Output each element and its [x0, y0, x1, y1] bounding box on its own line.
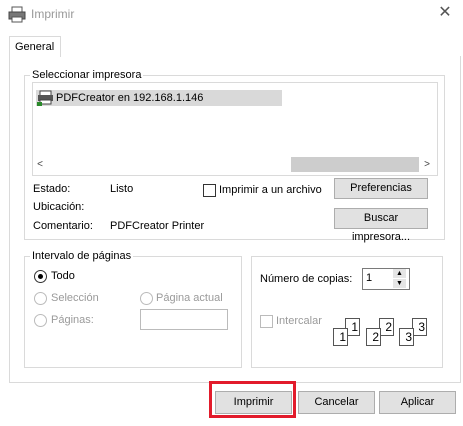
horizontal-scrollbar-thumb[interactable]: [291, 157, 419, 172]
radio-all-label[interactable]: Todo: [51, 270, 75, 282]
spin-down-arrow[interactable]: ▼: [393, 279, 406, 288]
window-title: Imprimir: [31, 7, 75, 21]
radio-current-page-label[interactable]: Página actual: [156, 292, 223, 304]
collate-label[interactable]: Intercalar: [276, 315, 322, 327]
radio-pages[interactable]: [34, 314, 47, 327]
radio-pages-label[interactable]: Páginas:: [51, 314, 94, 326]
radio-current-page[interactable]: [140, 292, 153, 305]
comment-value: PDFCreator Printer: [110, 220, 205, 232]
scroll-right-arrow[interactable]: >: [420, 157, 434, 172]
tab-general-label: General: [15, 41, 55, 53]
collate-sheet-front: 3: [399, 328, 414, 346]
network-printer-icon: [37, 90, 53, 106]
collate-sheet-back: 3: [412, 318, 427, 336]
scroll-left-arrow[interactable]: <: [33, 157, 47, 172]
spin-up-arrow[interactable]: ▲: [393, 269, 406, 278]
collate-sheet-front: 2: [366, 328, 381, 346]
printer-icon: [8, 6, 26, 23]
pages-input[interactable]: [140, 309, 228, 330]
collate-checkbox[interactable]: [260, 315, 273, 328]
comment-label: Comentario:: [33, 220, 93, 232]
radio-selection[interactable]: [34, 292, 47, 305]
cancel-button[interactable]: Cancelar: [298, 391, 375, 414]
radio-all-dot: [38, 274, 43, 279]
print-button-highlight: [209, 381, 296, 418]
collate-sheet-front: 1: [333, 328, 348, 346]
close-icon[interactable]: ✕: [436, 4, 454, 22]
tab-general[interactable]: General: [9, 36, 61, 57]
status-value: Listo: [110, 183, 134, 195]
location-label: Ubicación:: [33, 201, 85, 213]
copies-label: Número de copias:: [260, 273, 353, 285]
status-label: Estado:: [33, 183, 71, 195]
print-to-file-label[interactable]: Imprimir a un archivo: [219, 184, 322, 196]
printer-group-label: Seleccionar impresora: [30, 69, 144, 81]
apply-button[interactable]: Aplicar: [379, 391, 456, 414]
collate-sheet-back: 2: [379, 318, 394, 336]
radio-selection-label[interactable]: Selección: [51, 292, 99, 304]
radio-all[interactable]: [34, 270, 47, 283]
page-range-label: Intervalo de páginas: [30, 250, 134, 262]
print-to-file-checkbox[interactable]: [203, 184, 216, 197]
find-printer-button[interactable]: Buscar impresora...: [334, 208, 428, 243]
printer-name: PDFCreator en 192.168.1.146: [56, 92, 204, 104]
preferences-button[interactable]: Preferencias: [334, 178, 428, 199]
copies-value[interactable]: 1: [366, 272, 372, 284]
